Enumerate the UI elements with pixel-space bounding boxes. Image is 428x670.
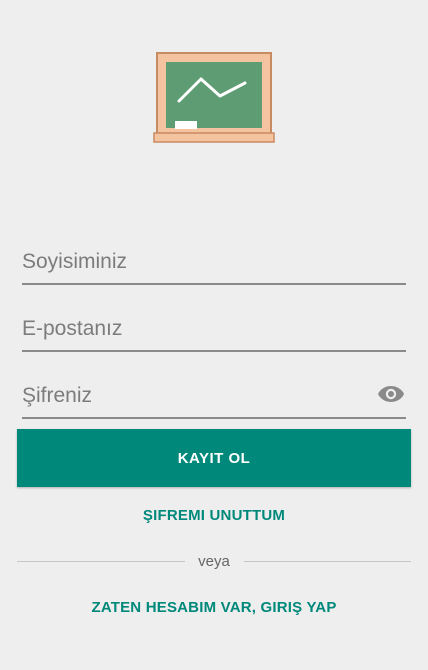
email-input[interactable] (22, 312, 406, 346)
show-password-toggle[interactable] (376, 381, 406, 411)
eye-icon (377, 384, 405, 409)
forgot-password-link[interactable]: ŞIFREMI UNUTTUM (0, 507, 428, 524)
surname-underline (22, 283, 406, 285)
login-link[interactable]: ZATEN HESABIM VAR, GIRIŞ YAP (0, 599, 428, 616)
password-input[interactable] (22, 379, 362, 413)
surname-input[interactable] (22, 245, 406, 279)
chalkboard-logo-icon (153, 51, 275, 145)
email-underline (22, 350, 406, 352)
register-button[interactable]: KAYIT OL (17, 429, 411, 487)
email-field[interactable] (22, 312, 406, 352)
password-underline (22, 417, 406, 419)
password-field[interactable] (22, 379, 406, 419)
surname-field[interactable] (22, 245, 406, 285)
divider-right (244, 561, 411, 562)
